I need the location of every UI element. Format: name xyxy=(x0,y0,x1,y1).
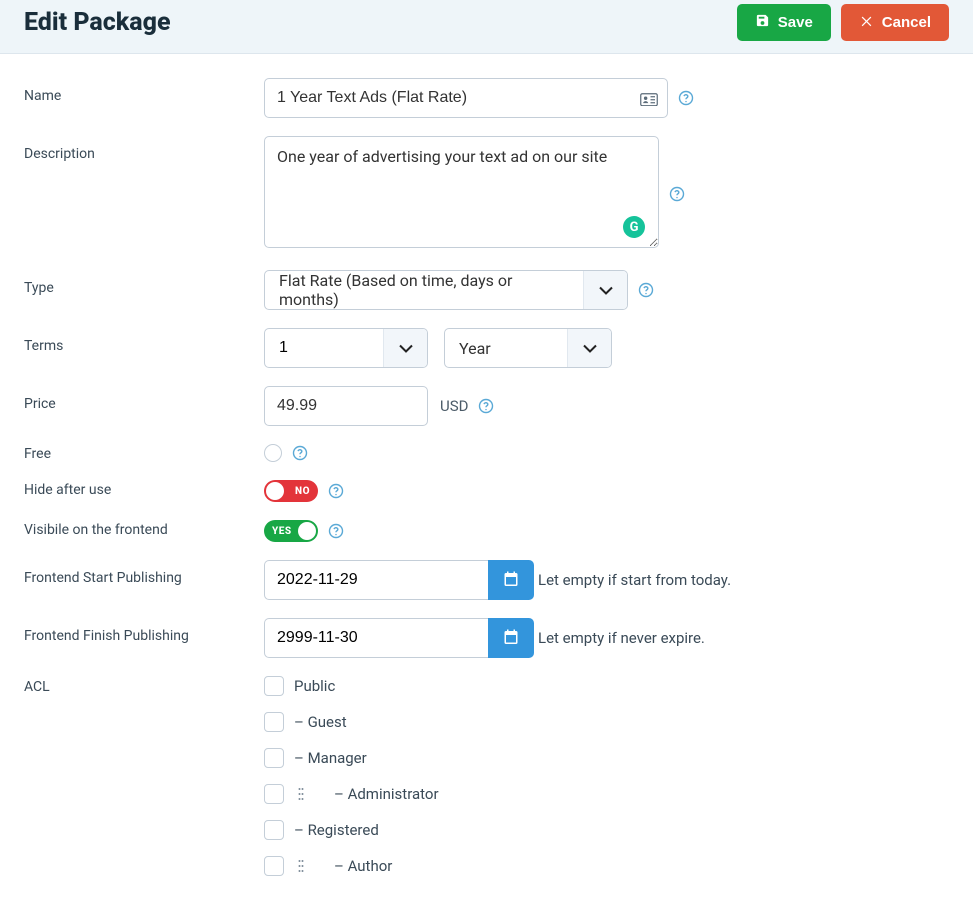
terms-unit-value: Year xyxy=(445,329,567,367)
toggle-no-label: NO xyxy=(295,486,310,497)
page-header: Edit Package Save Cancel xyxy=(0,0,973,54)
help-icon[interactable] xyxy=(328,483,344,499)
acl-label: – Guest xyxy=(294,713,347,731)
row-frontend-start: Frontend Start Publishing Let empty if s… xyxy=(24,560,949,600)
row-price: Price USD xyxy=(24,386,949,426)
terms-quantity[interactable] xyxy=(264,328,428,368)
form-area: Name Description G Type xyxy=(0,54,973,918)
description-textarea[interactable] xyxy=(264,136,659,248)
label-free: Free xyxy=(24,444,264,462)
acl-label: Public xyxy=(294,677,335,695)
calendar-icon xyxy=(503,629,519,648)
cancel-label: Cancel xyxy=(882,14,931,31)
label-acl: ACL xyxy=(24,676,264,695)
acl-label: – Registered xyxy=(294,821,379,839)
label-visible-frontend: Visibile on the frontend xyxy=(24,520,264,538)
name-input-wrap xyxy=(264,78,668,118)
acl-item: – Administrator xyxy=(264,784,439,804)
label-frontend-start: Frontend Start Publishing xyxy=(24,560,264,586)
label-description: Description xyxy=(24,136,264,162)
label-frontend-finish: Frontend Finish Publishing xyxy=(24,618,264,644)
row-acl: ACL Public – Guest – Manager xyxy=(24,676,949,876)
description-wrap: G xyxy=(264,136,659,252)
label-price: Price xyxy=(24,386,264,412)
save-icon xyxy=(755,13,770,32)
acl-list: Public – Guest – Manager – Administrator xyxy=(264,676,439,876)
terms-quantity-input[interactable] xyxy=(279,339,369,357)
name-input[interactable] xyxy=(264,78,668,118)
acl-item: – Registered xyxy=(264,820,439,840)
toggle-yes-label: YES xyxy=(272,526,292,537)
help-icon[interactable] xyxy=(638,282,654,298)
help-icon[interactable] xyxy=(478,398,494,414)
help-icon[interactable] xyxy=(328,523,344,539)
acl-item: – Manager xyxy=(264,748,439,768)
visible-frontend-toggle[interactable]: YES xyxy=(264,520,318,542)
currency-label: USD xyxy=(440,397,468,415)
save-button[interactable]: Save xyxy=(737,4,831,41)
frontend-start-input[interactable] xyxy=(264,560,488,600)
row-description: Description G xyxy=(24,136,949,252)
frontend-start-hint: Let empty if start from today. xyxy=(538,571,731,589)
help-icon[interactable] xyxy=(669,186,685,202)
row-free: Free xyxy=(24,444,949,462)
header-actions: Save Cancel xyxy=(737,4,949,41)
help-icon[interactable] xyxy=(678,90,694,106)
frontend-finish-hint: Let empty if never expire. xyxy=(538,629,705,647)
row-hide-after-use: Hide after use NO xyxy=(24,480,949,502)
acl-item: – Guest xyxy=(264,712,439,732)
label-name: Name xyxy=(24,78,264,104)
row-frontend-finish: Frontend Finish Publishing Let empty if … xyxy=(24,618,949,658)
acl-label: – Administrator xyxy=(334,785,439,803)
drag-handle-icon[interactable] xyxy=(298,787,304,801)
acl-checkbox-guest[interactable] xyxy=(264,712,284,732)
chevron-down-icon xyxy=(583,271,627,309)
free-radio[interactable] xyxy=(264,444,282,462)
chevron-down-icon xyxy=(383,329,427,367)
row-terms: Terms Year xyxy=(24,328,949,368)
type-select[interactable]: Flat Rate (Based on time, days or months… xyxy=(264,270,628,310)
acl-checkbox-author[interactable] xyxy=(264,856,284,876)
frontend-finish-input[interactable] xyxy=(264,618,488,658)
label-terms: Terms xyxy=(24,328,264,354)
acl-checkbox-registered[interactable] xyxy=(264,820,284,840)
type-select-value: Flat Rate (Based on time, days or months… xyxy=(265,271,583,309)
help-icon[interactable] xyxy=(292,445,308,461)
calendar-icon xyxy=(503,571,519,590)
toggle-knob xyxy=(298,522,316,540)
row-visible-frontend: Visibile on the frontend YES xyxy=(24,520,949,542)
acl-checkbox-public[interactable] xyxy=(264,676,284,696)
drag-handle-icon[interactable] xyxy=(298,859,304,873)
id-card-icon xyxy=(640,91,658,105)
label-type: Type xyxy=(24,270,264,296)
acl-label: – Manager xyxy=(294,749,367,767)
acl-item: Public xyxy=(264,676,439,696)
acl-checkbox-manager[interactable] xyxy=(264,748,284,768)
cancel-button[interactable]: Cancel xyxy=(841,4,949,41)
save-label: Save xyxy=(778,14,813,31)
toggle-knob xyxy=(266,482,284,500)
close-icon xyxy=(859,13,874,32)
chevron-down-icon xyxy=(567,329,611,367)
row-type: Type Flat Rate (Based on time, days or m… xyxy=(24,270,949,310)
row-name: Name xyxy=(24,78,949,118)
frontend-finish-datepicker-button[interactable] xyxy=(488,618,534,658)
label-hide-after-use: Hide after use xyxy=(24,480,264,498)
hide-after-use-toggle[interactable]: NO xyxy=(264,480,318,502)
grammarly-icon: G xyxy=(623,216,645,238)
page-title: Edit Package xyxy=(24,8,171,37)
frontend-start-datepicker-button[interactable] xyxy=(488,560,534,600)
terms-unit-select[interactable]: Year xyxy=(444,328,612,368)
acl-item: – Author xyxy=(264,856,439,876)
price-input[interactable] xyxy=(264,386,428,426)
acl-checkbox-administrator[interactable] xyxy=(264,784,284,804)
acl-label: – Author xyxy=(334,857,392,875)
